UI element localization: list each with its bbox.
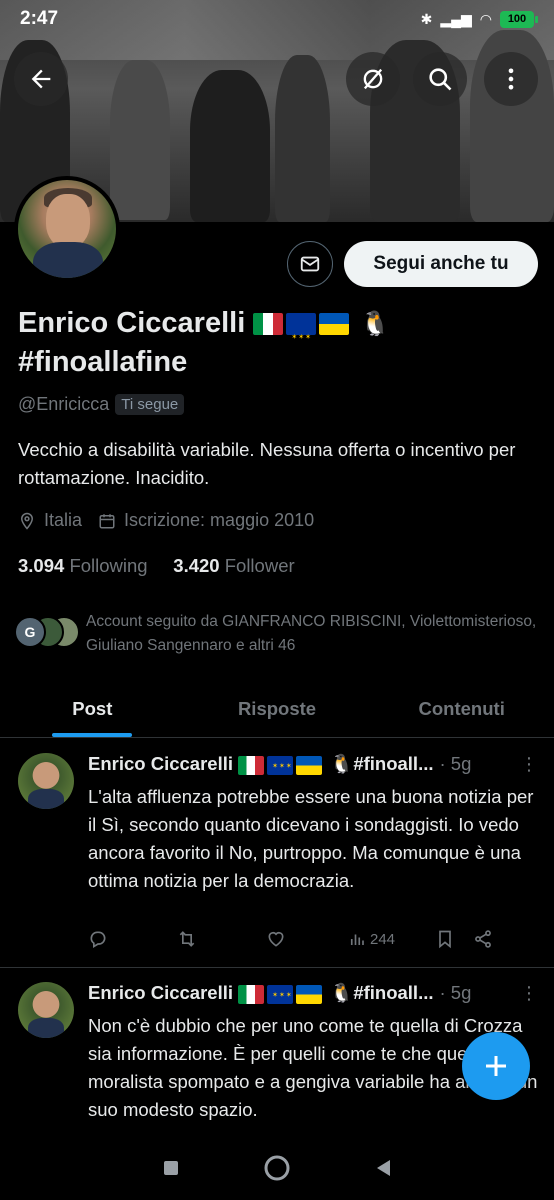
display-name: Enrico Ciccarelli [18,307,246,339]
italy-flag-icon [253,313,284,336]
post-actions: 244 [88,929,538,949]
eu-flag-icon [286,313,317,357]
status-bar: 2:47 ✱ ▂▄▆ ◠ 100 [0,0,554,38]
like-button[interactable] [266,929,286,949]
plus-icon [486,1056,506,1076]
profile-handle: @Enricicca [18,394,110,414]
circle-icon [264,1155,290,1180]
post-time: · 5g [439,753,472,774]
eu-flag-icon [267,755,294,775]
bookmark-icon [439,930,451,949]
location-icon [18,512,36,530]
followers-link[interactable]: 3.420 Follower [173,555,294,576]
signal-icon: ▂▄▆ [440,10,472,27]
search-button[interactable] [413,52,467,106]
reply-button[interactable] [88,929,108,949]
system-nav-bar [0,1140,554,1200]
battery-icon: 100 [500,10,538,28]
views-count: 244 [370,930,396,948]
more-vertical-icon[interactable]: ⋮ [520,754,538,775]
post-avatar[interactable] [18,753,74,809]
tab-post[interactable]: Post [0,680,185,737]
followed-by-text: Account seguito da GIANFRANCO RIBISCINI,… [86,613,537,654]
status-time: 2:47 [20,8,59,29]
post-author[interactable]: Enrico Ciccarelli 🐧#finoall... [88,982,434,1004]
ukraine-flag-icon [296,755,323,775]
profile-joined: Iscrizione: maggio 2010 [124,510,315,530]
tab-contenuti[interactable]: Contenuti [369,680,554,737]
back-button[interactable] [14,52,68,106]
mail-icon [300,256,320,272]
post-author[interactable]: Enrico Ciccarelli 🐧#finoall... [88,753,434,775]
ukraine-flag-icon [296,984,323,1004]
arrow-left-icon [31,69,51,89]
profile-name: Enrico Ciccarelli 🐧 #finoallafine [18,304,538,381]
search-icon [429,68,452,91]
follows-you-badge: Ti segue [115,394,185,415]
ukraine-flag-icon [319,313,350,336]
penguin-emoji: 🐧 [360,310,391,338]
share-button[interactable] [473,929,493,949]
square-icon [163,1160,178,1175]
eu-flag-icon [267,984,294,1004]
profile-location: Italia [44,510,83,530]
profile-avatar[interactable] [14,176,120,282]
more-vertical-icon [508,68,514,90]
compose-post-button[interactable] [462,1032,530,1100]
post-avatar[interactable] [18,982,74,1038]
back-nav-button[interactable] [374,1158,392,1183]
more-vertical-icon[interactable]: ⋮ [520,983,538,1004]
italy-flag-icon [238,984,265,1004]
repost-button[interactable] [176,929,198,949]
recents-button[interactable] [162,1159,180,1182]
triangle-back-icon [377,1159,391,1176]
profile-bio: Vecchio a disabilità variabile. Nessuna … [18,439,516,488]
post-time: · 5g [439,982,472,1003]
heart-icon [268,931,284,947]
home-button[interactable] [263,1154,291,1187]
repost-icon [179,931,195,947]
post-text: L'alta affluenza potrebbe essere una buo… [88,786,534,891]
views-chart-icon [350,934,364,945]
reply-icon [90,931,106,948]
bluetooth-icon: ✱ [420,10,433,27]
display-name-hashtag: #finoallafine [18,346,188,379]
follow-counts: 3.094 Following 3.420 Follower [18,555,295,577]
following-link[interactable]: 3.094 Following [18,555,148,576]
profile-meta: Italia Iscrizione: maggio 2010 [18,510,314,531]
mutual-avatar: G [14,616,46,648]
wifi-icon: ◠ [479,10,492,27]
calendar-icon [98,512,116,530]
profile-tabs: Post Risposte Contenuti [0,680,554,738]
follow-button[interactable]: Segui anche tu [344,241,538,287]
italy-flag-icon [238,755,265,775]
message-button[interactable] [287,241,333,287]
more-options-button[interactable] [484,52,538,106]
followed-by-section[interactable]: G Account seguito da GIANFRANCO RIBISCIN… [12,610,542,658]
grok-button[interactable] [346,52,400,106]
share-icon [475,930,491,948]
post-item[interactable]: Enrico Ciccarelli 🐧#finoall... · 5g ⋮ L'… [0,739,554,967]
views-button[interactable]: 244 [348,930,395,948]
grok-icon [363,68,383,90]
tab-risposte[interactable]: Risposte [185,680,370,737]
bookmark-button[interactable] [435,929,455,949]
